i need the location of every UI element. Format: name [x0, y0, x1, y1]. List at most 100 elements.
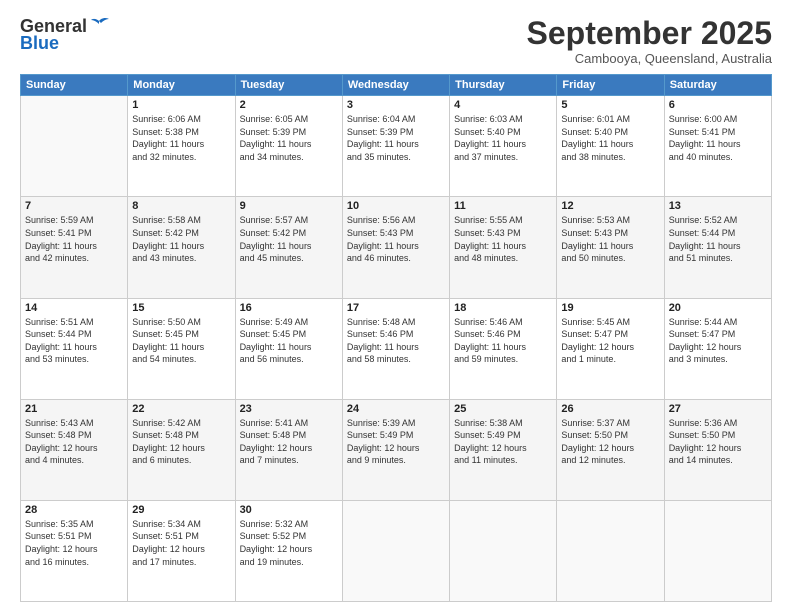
- month-title: September 2025: [527, 16, 772, 51]
- day-info: Sunrise: 6:06 AM Sunset: 5:38 PM Dayligh…: [132, 113, 230, 163]
- day-number: 6: [669, 99, 767, 111]
- header-saturday: Saturday: [664, 75, 771, 96]
- header-friday: Friday: [557, 75, 664, 96]
- calendar-cell: 4Sunrise: 6:03 AM Sunset: 5:40 PM Daylig…: [450, 96, 557, 197]
- day-number: 18: [454, 302, 552, 314]
- day-info: Sunrise: 5:38 AM Sunset: 5:49 PM Dayligh…: [454, 417, 552, 467]
- day-number: 30: [240, 504, 338, 516]
- day-number: 22: [132, 403, 230, 415]
- day-info: Sunrise: 5:48 AM Sunset: 5:46 PM Dayligh…: [347, 316, 445, 366]
- calendar-cell: 8Sunrise: 5:58 AM Sunset: 5:42 PM Daylig…: [128, 197, 235, 298]
- day-info: Sunrise: 5:53 AM Sunset: 5:43 PM Dayligh…: [561, 214, 659, 264]
- day-info: Sunrise: 5:44 AM Sunset: 5:47 PM Dayligh…: [669, 316, 767, 366]
- day-number: 19: [561, 302, 659, 314]
- day-number: 23: [240, 403, 338, 415]
- calendar-week-row: 28Sunrise: 5:35 AM Sunset: 5:51 PM Dayli…: [21, 500, 772, 601]
- day-info: Sunrise: 5:42 AM Sunset: 5:48 PM Dayligh…: [132, 417, 230, 467]
- day-info: Sunrise: 5:39 AM Sunset: 5:49 PM Dayligh…: [347, 417, 445, 467]
- header-sunday: Sunday: [21, 75, 128, 96]
- day-info: Sunrise: 5:52 AM Sunset: 5:44 PM Dayligh…: [669, 214, 767, 264]
- day-info: Sunrise: 5:50 AM Sunset: 5:45 PM Dayligh…: [132, 316, 230, 366]
- day-info: Sunrise: 5:32 AM Sunset: 5:52 PM Dayligh…: [240, 518, 338, 568]
- calendar-week-row: 14 Sunrise: 5:51 AM Sunset: 5:44 PM Dayli…: [21, 298, 772, 399]
- day-number: 8: [132, 200, 230, 212]
- day-info: Sunrise: 5:41 AM Sunset: 5:48 PM Dayligh…: [240, 417, 338, 467]
- header-wednesday: Wednesday: [342, 75, 449, 96]
- calendar-cell: [557, 500, 664, 601]
- location: Cambooya, Queensland, Australia: [527, 51, 772, 66]
- day-info: Sunrise: 5:45 AM Sunset: 5:47 PM Dayligh…: [561, 316, 659, 366]
- day-info: Sunrise: 5:34 AM Sunset: 5:51 PM Dayligh…: [132, 518, 230, 568]
- day-number: 12: [561, 200, 659, 212]
- day-info: Sunrise: 5:43 AM Sunset: 5:48 PM Dayligh…: [25, 417, 123, 467]
- calendar-cell: 10Sunrise: 5:56 AM Sunset: 5:43 PM Dayli…: [342, 197, 449, 298]
- day-number: 20: [669, 302, 767, 314]
- day-number: 4: [454, 99, 552, 111]
- logo-blue-text: Blue: [20, 33, 59, 54]
- day-number: 21: [25, 403, 123, 415]
- calendar-cell: 24 Sunrise: 5:39 AM Sunset: 5:49 PM Dayli…: [342, 399, 449, 500]
- day-number: 5: [561, 99, 659, 111]
- calendar-cell: 13Sunrise: 5:52 AM Sunset: 5:44 PM Dayli…: [664, 197, 771, 298]
- day-info: Sunrise: 5:36 AM Sunset: 5:50 PM Dayligh…: [669, 417, 767, 467]
- day-info: Sunrise: 5:55 AM Sunset: 5:43 PM Dayligh…: [454, 214, 552, 264]
- calendar-cell: 16 Sunrise: 5:49 AM Sunset: 5:45 PM Dayli…: [235, 298, 342, 399]
- calendar-cell: 26 Sunrise: 5:37 AM Sunset: 5:50 PM Dayli…: [557, 399, 664, 500]
- calendar-cell: 11 Sunrise: 5:55 AM Sunset: 5:43 PM Dayli…: [450, 197, 557, 298]
- day-info: Sunrise: 5:46 AM Sunset: 5:46 PM Dayligh…: [454, 316, 552, 366]
- header-thursday: Thursday: [450, 75, 557, 96]
- calendar-cell: 15 Sunrise: 5:50 AM Sunset: 5:45 PM Dayli…: [128, 298, 235, 399]
- day-number: 26: [561, 403, 659, 415]
- day-number: 24: [347, 403, 445, 415]
- calendar-header-row: Sunday Monday Tuesday Wednesday Thursday…: [21, 75, 772, 96]
- calendar-cell: 5 Sunrise: 6:01 AM Sunset: 5:40 PM Daylig…: [557, 96, 664, 197]
- day-info: Sunrise: 6:01 AM Sunset: 5:40 PM Dayligh…: [561, 113, 659, 163]
- calendar-cell: 9Sunrise: 5:57 AM Sunset: 5:42 PM Daylig…: [235, 197, 342, 298]
- day-info: Sunrise: 5:35 AM Sunset: 5:51 PM Dayligh…: [25, 518, 123, 568]
- day-number: 11: [454, 200, 552, 212]
- calendar-cell: 21 Sunrise: 5:43 AM Sunset: 5:48 PM Dayli…: [21, 399, 128, 500]
- day-number: 29: [132, 504, 230, 516]
- header-monday: Monday: [128, 75, 235, 96]
- calendar-cell: 29 Sunrise: 5:34 AM Sunset: 5:51 PM Dayli…: [128, 500, 235, 601]
- calendar-cell: 25Sunrise: 5:38 AM Sunset: 5:49 PM Dayli…: [450, 399, 557, 500]
- calendar-cell: [21, 96, 128, 197]
- calendar-week-row: 1 Sunrise: 6:06 AM Sunset: 5:38 PM Daylig…: [21, 96, 772, 197]
- day-number: 9: [240, 200, 338, 212]
- day-info: Sunrise: 5:59 AM Sunset: 5:41 PM Dayligh…: [25, 214, 123, 264]
- day-info: Sunrise: 5:49 AM Sunset: 5:45 PM Dayligh…: [240, 316, 338, 366]
- day-number: 14: [25, 302, 123, 314]
- calendar-cell: 23 Sunrise: 5:41 AM Sunset: 5:48 PM Dayli…: [235, 399, 342, 500]
- day-number: 15: [132, 302, 230, 314]
- calendar-cell: 1 Sunrise: 6:06 AM Sunset: 5:38 PM Daylig…: [128, 96, 235, 197]
- day-number: 1: [132, 99, 230, 111]
- calendar-cell: 17 Sunrise: 5:48 AM Sunset: 5:46 PM Dayli…: [342, 298, 449, 399]
- calendar-cell: [342, 500, 449, 601]
- page: General Blue September 2025 Cambooya, Qu…: [0, 0, 792, 612]
- day-number: 27: [669, 403, 767, 415]
- day-info: Sunrise: 5:37 AM Sunset: 5:50 PM Dayligh…: [561, 417, 659, 467]
- day-number: 16: [240, 302, 338, 314]
- header: General Blue September 2025 Cambooya, Qu…: [20, 16, 772, 66]
- day-number: 17: [347, 302, 445, 314]
- title-block: September 2025 Cambooya, Queensland, Aus…: [527, 16, 772, 66]
- day-info: Sunrise: 5:51 AM Sunset: 5:44 PM Dayligh…: [25, 316, 123, 366]
- header-tuesday: Tuesday: [235, 75, 342, 96]
- day-number: 3: [347, 99, 445, 111]
- calendar-week-row: 7 Sunrise: 5:59 AM Sunset: 5:41 PM Daylig…: [21, 197, 772, 298]
- logo-bird-icon: [89, 17, 109, 33]
- day-info: Sunrise: 6:05 AM Sunset: 5:39 PM Dayligh…: [240, 113, 338, 163]
- calendar-cell: 28Sunrise: 5:35 AM Sunset: 5:51 PM Dayli…: [21, 500, 128, 601]
- calendar-cell: 2Sunrise: 6:05 AM Sunset: 5:39 PM Daylig…: [235, 96, 342, 197]
- calendar-cell: [450, 500, 557, 601]
- calendar-cell: 12 Sunrise: 5:53 AM Sunset: 5:43 PM Dayli…: [557, 197, 664, 298]
- calendar-cell: 30 Sunrise: 5:32 AM Sunset: 5:52 PM Dayli…: [235, 500, 342, 601]
- calendar-cell: 20 Sunrise: 5:44 AM Sunset: 5:47 PM Dayli…: [664, 298, 771, 399]
- day-info: Sunrise: 6:00 AM Sunset: 5:41 PM Dayligh…: [669, 113, 767, 163]
- calendar-table: Sunday Monday Tuesday Wednesday Thursday…: [20, 74, 772, 602]
- calendar-cell: 22 Sunrise: 5:42 AM Sunset: 5:48 PM Dayli…: [128, 399, 235, 500]
- day-number: 10: [347, 200, 445, 212]
- logo: General Blue: [20, 16, 109, 54]
- day-number: 7: [25, 200, 123, 212]
- calendar-week-row: 21 Sunrise: 5:43 AM Sunset: 5:48 PM Dayli…: [21, 399, 772, 500]
